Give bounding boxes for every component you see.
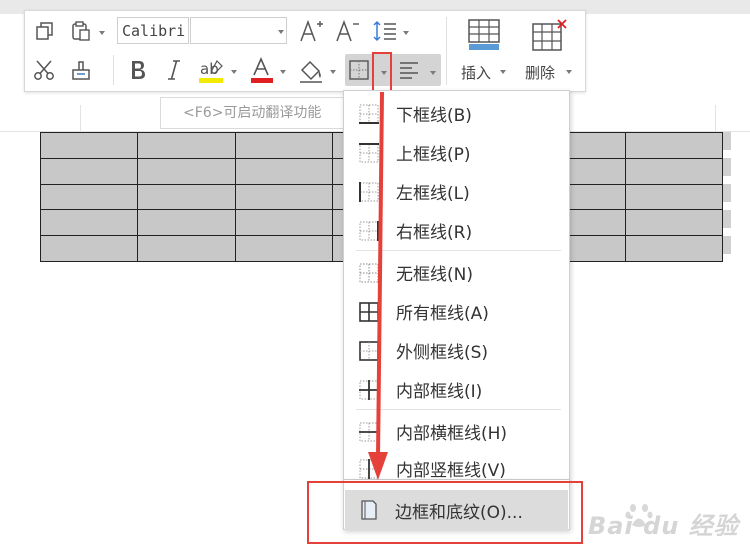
insert-dropdown-caret[interactable] (500, 70, 506, 74)
paste-icon[interactable] (69, 19, 93, 43)
menu-item-label: 无框线(N) (396, 264, 473, 285)
toolbar-divider (113, 55, 114, 85)
ribbon-toolbar: Calibri ab 插入 删除 (24, 10, 586, 92)
watermark-text: Bai du 经验 (588, 512, 739, 540)
bottom-border-icon (358, 103, 380, 125)
top-border-icon (358, 142, 380, 164)
margin-mark (80, 105, 81, 131)
table-cell[interactable] (234, 132, 334, 159)
table-cell[interactable] (39, 183, 139, 211)
menu-item-all-borders[interactable]: 所有框线(A) (345, 292, 569, 330)
copy-icon[interactable] (33, 19, 57, 43)
table-cell[interactable] (624, 132, 724, 159)
table-cell[interactable] (234, 183, 334, 211)
menu-item-right-border[interactable]: 右框线(R) (345, 211, 569, 249)
translate-hint-bar: <F6>可启动翻译功能 (160, 97, 350, 129)
inside-horizontal-border-icon (358, 421, 380, 443)
all-borders-icon (358, 301, 380, 323)
menu-item-label: 外侧框线(S) (396, 342, 489, 363)
font-size-field[interactable] (190, 17, 287, 44)
table-cell[interactable] (624, 235, 724, 262)
borders-dropdown-menu: 下框线(B) 上框线(P) 左框线(L) 右框线(R) 无框线(N) 所有框线(… (343, 90, 570, 481)
paste-dropdown-caret[interactable] (99, 31, 105, 35)
annotation-highlight-caret (372, 52, 392, 92)
menu-item-inside-horizontal-border[interactable]: 内部横框线(H) (345, 412, 569, 450)
shading-fill-icon[interactable] (297, 57, 325, 85)
right-border-icon (358, 220, 380, 242)
menu-item-label: 下框线(B) (396, 105, 472, 126)
table-cell[interactable] (137, 132, 236, 159)
font-size-dropdown-caret[interactable] (278, 30, 284, 34)
inside-vertical-border-icon (358, 458, 380, 480)
table-cell[interactable] (39, 209, 139, 237)
table-cell[interactable] (137, 235, 236, 262)
increase-font-size-icon[interactable] (297, 17, 325, 45)
menu-item-label: 左框线(L) (396, 183, 470, 204)
menu-item-bottom-border[interactable]: 下框线(B) (345, 94, 569, 132)
shading-dropdown-caret[interactable] (330, 70, 336, 74)
menu-item-outside-borders[interactable]: 外侧框线(S) (345, 331, 569, 369)
table-cell[interactable] (624, 209, 724, 237)
format-painter-icon[interactable] (68, 57, 94, 83)
decrease-font-size-icon[interactable] (333, 17, 361, 45)
highlight-dropdown-caret[interactable] (231, 70, 237, 74)
no-border-icon (358, 262, 380, 284)
menu-item-no-border[interactable]: 无框线(N) (345, 253, 569, 291)
align-dropdown-caret[interactable] (430, 71, 436, 75)
font-name-field[interactable]: Calibri (117, 17, 189, 44)
menu-item-label: 右框线(R) (396, 222, 473, 243)
highlight-icon[interactable]: ab (197, 57, 227, 85)
menu-item-inside-borders[interactable]: 内部框线(I) (345, 370, 569, 408)
menu-item-label: 内部框线(I) (396, 381, 483, 402)
table-cell[interactable] (234, 209, 334, 237)
delete-button[interactable]: 删除 (525, 62, 555, 83)
table-cell[interactable] (39, 157, 139, 185)
delete-dropdown-caret[interactable] (566, 70, 572, 74)
menu-item-top-border[interactable]: 上框线(P) (345, 133, 569, 171)
menu-divider (356, 409, 561, 410)
baidu-watermark: Bai du 经验 (588, 494, 738, 544)
table-cell[interactable] (234, 235, 334, 262)
menu-item-label: 上框线(P) (396, 144, 471, 165)
table-cell[interactable] (624, 157, 724, 185)
menu-divider (356, 250, 561, 251)
insert-table-icon[interactable] (465, 17, 503, 53)
bold-icon[interactable] (125, 57, 151, 83)
table-cell[interactable] (624, 183, 724, 211)
table-cell[interactable] (137, 157, 236, 185)
insert-button[interactable]: 插入 (461, 62, 491, 83)
annotation-highlight-box (307, 481, 583, 544)
table-cell[interactable] (39, 235, 139, 262)
line-spacing-dropdown-caret[interactable] (403, 31, 409, 35)
inside-borders-icon (358, 379, 380, 401)
table-edge-shadow (723, 132, 731, 262)
table-cell[interactable] (39, 132, 139, 159)
cut-icon[interactable] (31, 57, 57, 83)
font-color-dropdown-caret[interactable] (280, 70, 286, 74)
menu-item-left-border[interactable]: 左框线(L) (345, 172, 569, 210)
font-color-icon[interactable] (248, 57, 276, 85)
table-cell[interactable] (137, 183, 236, 211)
menu-item-label: 内部横框线(H) (396, 423, 508, 444)
italic-icon[interactable] (161, 57, 187, 83)
table-cell[interactable] (234, 157, 334, 185)
align-icon[interactable] (397, 58, 423, 82)
delete-table-icon[interactable] (529, 17, 569, 53)
table-cell[interactable] (137, 209, 236, 237)
line-spacing-icon[interactable] (371, 19, 399, 43)
outside-borders-icon (358, 340, 380, 362)
borders-icon[interactable] (347, 58, 371, 82)
toolbar-divider (446, 17, 447, 85)
menu-item-label: 内部竖框线(V) (396, 460, 506, 481)
left-border-icon (358, 181, 380, 203)
margin-mark (715, 105, 716, 131)
menu-item-label: 所有框线(A) (396, 303, 489, 324)
